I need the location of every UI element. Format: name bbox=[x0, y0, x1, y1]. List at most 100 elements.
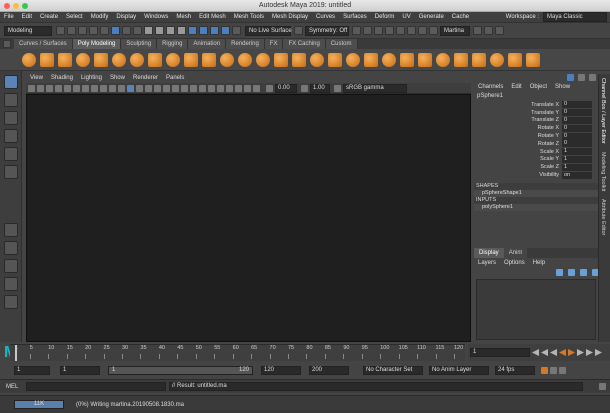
poly-sphere-icon[interactable] bbox=[22, 52, 36, 67]
viewport-menu-renderer[interactable]: Renderer bbox=[129, 74, 162, 83]
current-time-indicator[interactable] bbox=[15, 345, 17, 361]
menu-mesh-display[interactable]: Mesh Display bbox=[268, 12, 312, 23]
channel-box-menu-object[interactable]: Object bbox=[526, 82, 551, 92]
select-surfaces-icon[interactable] bbox=[177, 26, 186, 35]
separate-icon[interactable] bbox=[238, 52, 252, 67]
input-node[interactable]: polySphere1 bbox=[474, 203, 598, 211]
step-back-key-icon[interactable] bbox=[550, 349, 557, 356]
safe-title-icon[interactable] bbox=[118, 84, 125, 92]
play-backwards-icon[interactable] bbox=[559, 349, 566, 356]
minimize-window-button[interactable] bbox=[13, 3, 19, 9]
poly-disc-icon[interactable] bbox=[130, 52, 144, 67]
workspace-dropdown[interactable]: Maya Classic bbox=[543, 12, 607, 22]
layer-editor-icon[interactable] bbox=[578, 74, 585, 81]
make-live-icon[interactable] bbox=[232, 26, 241, 35]
multi-cut-icon[interactable] bbox=[400, 52, 414, 67]
menu-display[interactable]: Display bbox=[112, 12, 140, 23]
menu-deform[interactable]: Deform bbox=[371, 12, 399, 23]
menu-edit[interactable]: Edit bbox=[18, 12, 36, 23]
anim-layer-dropdown[interactable]: No Anim Layer bbox=[429, 365, 489, 375]
construction-history-icon[interactable] bbox=[352, 26, 361, 35]
attr-value[interactable]: 0 bbox=[562, 124, 592, 132]
four-view-layout-icon[interactable] bbox=[4, 241, 18, 255]
menu-mesh-tools[interactable]: Mesh Tools bbox=[230, 12, 268, 23]
snap-point-icon[interactable] bbox=[210, 26, 219, 35]
field-chart-icon[interactable] bbox=[100, 84, 107, 92]
layer-menu-layers[interactable]: Layers bbox=[474, 258, 500, 268]
loop-icon[interactable] bbox=[541, 366, 548, 374]
attr-row[interactable]: Scale X1 bbox=[474, 148, 598, 156]
toggle-channel-box-icon[interactable] bbox=[495, 26, 504, 35]
attr-row[interactable]: Translate Y0 bbox=[474, 109, 598, 117]
selected-object-name[interactable]: pSphere1 bbox=[474, 92, 598, 101]
shelf-settings-icon[interactable] bbox=[3, 40, 11, 48]
soften-edge-icon[interactable] bbox=[490, 52, 504, 67]
use-all-lights-icon[interactable] bbox=[172, 84, 179, 92]
new-scene-icon[interactable] bbox=[56, 26, 65, 35]
paint-select-tool-icon[interactable] bbox=[4, 111, 18, 125]
motion-blur-icon[interactable] bbox=[199, 84, 206, 92]
viewport-panel[interactable] bbox=[26, 94, 471, 342]
poly-cone-icon[interactable] bbox=[76, 52, 90, 67]
snap-curve-icon[interactable] bbox=[199, 26, 208, 35]
playback-start-field[interactable]: 1 bbox=[60, 365, 100, 375]
view-transform-dropdown[interactable]: sRGB gamma bbox=[343, 83, 407, 93]
exposure-field[interactable]: 0.00 bbox=[275, 83, 297, 93]
svg-icon[interactable] bbox=[202, 52, 216, 67]
menu-windows[interactable]: Windows bbox=[140, 12, 172, 23]
attr-row[interactable]: Rotate X0 bbox=[474, 124, 598, 132]
select-tool-icon[interactable] bbox=[4, 75, 18, 89]
isolate-select-icon[interactable] bbox=[226, 84, 233, 92]
mirror-icon[interactable] bbox=[292, 52, 306, 67]
attr-value[interactable]: on bbox=[562, 171, 592, 179]
bevel-icon[interactable] bbox=[346, 52, 360, 67]
redo-icon[interactable] bbox=[100, 26, 109, 35]
menu-file[interactable]: File bbox=[0, 12, 18, 23]
tab-rendering[interactable]: Rendering bbox=[226, 39, 265, 49]
live-surface-field[interactable]: No Live Surface bbox=[245, 25, 292, 36]
tab-attribute-editor[interactable]: Attribute Editor bbox=[599, 195, 607, 239]
viewport-menu-panels[interactable]: Panels bbox=[162, 74, 188, 83]
tab-sculpting[interactable]: Sculpting bbox=[121, 39, 158, 49]
channel-box-layer-editor-icon[interactable] bbox=[589, 74, 596, 81]
gamma-icon[interactable] bbox=[301, 84, 308, 92]
toggle-attribute-editor-icon[interactable] bbox=[473, 26, 482, 35]
tab-custom[interactable]: Custom bbox=[325, 39, 358, 49]
attr-row[interactable]: Scale Y1 bbox=[474, 155, 598, 164]
persp-graph-layout-icon[interactable] bbox=[4, 277, 18, 291]
current-frame-field[interactable]: 1 bbox=[470, 348, 530, 357]
layer-menu-options[interactable]: Options bbox=[500, 258, 529, 268]
menu-uv[interactable]: UV bbox=[398, 12, 414, 23]
zoom-window-button[interactable] bbox=[22, 3, 28, 9]
xray-components-icon[interactable] bbox=[253, 84, 260, 92]
go-to-start-icon[interactable] bbox=[532, 349, 539, 356]
offset-loop-icon[interactable] bbox=[472, 52, 486, 67]
ipr-render-icon[interactable] bbox=[374, 26, 383, 35]
close-window-button[interactable] bbox=[4, 3, 10, 9]
bridge-icon[interactable] bbox=[328, 52, 342, 67]
fps-dropdown[interactable]: 24 fps bbox=[495, 365, 535, 375]
menu-modify[interactable]: Modify bbox=[87, 12, 113, 23]
attr-row[interactable]: Translate Z0 bbox=[474, 116, 598, 125]
textured-icon[interactable] bbox=[163, 84, 170, 92]
shadows-icon[interactable] bbox=[181, 84, 188, 92]
snap-grid-icon[interactable] bbox=[188, 26, 197, 35]
channel-box-menu-edit[interactable]: Edit bbox=[507, 82, 525, 92]
attr-row[interactable]: Scale Z1 bbox=[474, 163, 598, 171]
render-setup-icon[interactable] bbox=[407, 26, 416, 35]
attr-row[interactable]: Visibility on bbox=[474, 171, 598, 179]
render-icon[interactable] bbox=[363, 26, 372, 35]
channel-box-menu-show[interactable]: Show bbox=[551, 82, 574, 92]
menu-surfaces[interactable]: Surfaces bbox=[339, 12, 371, 23]
xray-icon[interactable] bbox=[235, 84, 242, 92]
quad-draw-icon[interactable] bbox=[436, 52, 450, 67]
select-curves-icon[interactable] bbox=[166, 26, 175, 35]
play-forwards-icon[interactable] bbox=[568, 349, 575, 356]
step-forward-key-icon[interactable] bbox=[577, 349, 584, 356]
persp-outliner-layout-icon[interactable] bbox=[4, 259, 18, 273]
auto-key-icon[interactable] bbox=[550, 366, 557, 374]
select-handles-icon[interactable] bbox=[144, 26, 153, 35]
command-input[interactable] bbox=[26, 382, 166, 391]
scale-tool-icon[interactable] bbox=[4, 165, 18, 179]
resolution-gate-icon[interactable] bbox=[82, 84, 89, 92]
